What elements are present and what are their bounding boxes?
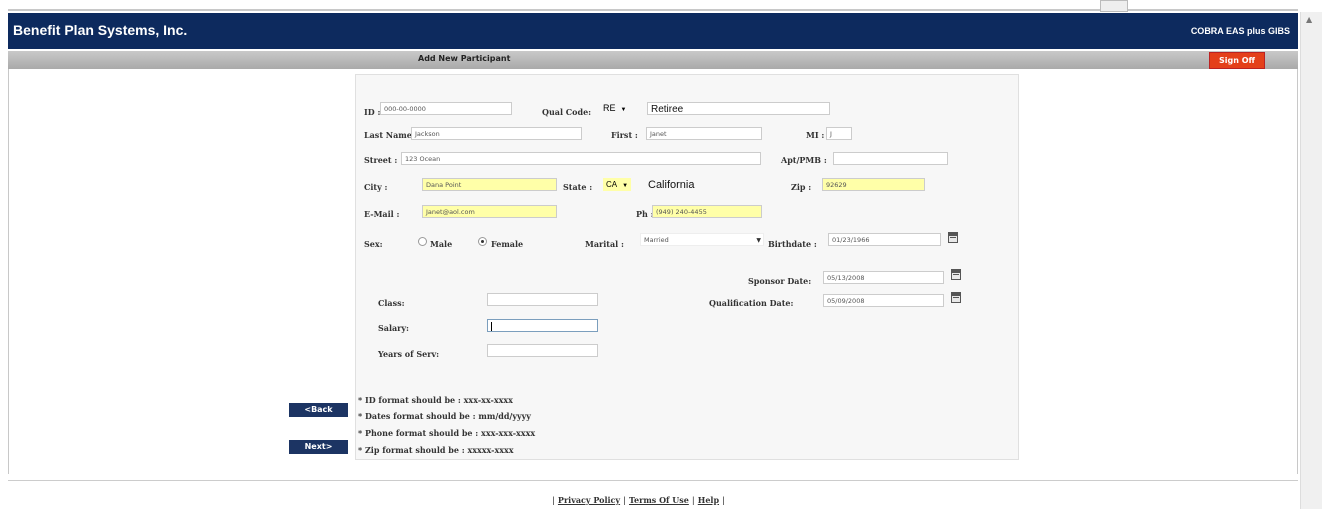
class-label: Class: — [378, 298, 405, 308]
sign-off-button[interactable]: Sign Off — [1209, 52, 1265, 69]
id-input[interactable]: 000-00-0000 — [380, 102, 512, 115]
back-button[interactable]: <Back — [289, 403, 348, 417]
qual-code-value: RE — [603, 103, 616, 113]
chevron-down-icon: ▼ — [620, 107, 627, 113]
format-note-id: * ID format should be : xxx-xx-xxxx — [358, 395, 513, 405]
qual-code-description: Retiree — [647, 102, 830, 115]
marital-label: Marital : — [585, 239, 624, 249]
sex-female-label: Female — [491, 239, 524, 249]
sex-label: Sex: — [364, 239, 383, 249]
mi-label: MI : — [806, 130, 825, 140]
page-title: Add New Participant — [418, 54, 511, 63]
page-title-bar: Add New Participant Sign Off — [8, 51, 1298, 69]
left-border — [8, 69, 9, 474]
footer-separator: | — [722, 495, 725, 505]
qualification-date-label: Qualification Date: — [709, 298, 794, 308]
terms-of-use-link[interactable]: Terms Of Use — [629, 495, 689, 505]
apt-input[interactable] — [833, 152, 948, 165]
calendar-icon[interactable] — [948, 232, 958, 243]
state-select[interactable]: CA ▼ — [603, 178, 632, 191]
sponsor-date-label: Sponsor Date: — [748, 276, 812, 286]
id-label: ID : — [364, 107, 381, 117]
top-scroll-widget[interactable] — [1100, 0, 1128, 12]
calendar-icon[interactable] — [951, 269, 961, 280]
state-value: CA — [606, 180, 618, 189]
footer-separator: | — [623, 495, 626, 505]
salary-label: Salary: — [378, 323, 409, 333]
module-title: COBRA EAS plus GIBS — [1190, 26, 1290, 36]
street-input[interactable]: 123 Ocean — [401, 152, 761, 165]
birthdate-input[interactable]: 01/23/1966 — [828, 233, 941, 246]
qual-code-label: Qual Code: — [542, 107, 592, 117]
apt-label: Apt/PMB : — [781, 155, 827, 165]
footer-links: | Privacy Policy | Terms Of Use | Help | — [549, 495, 728, 505]
salary-input[interactable] — [487, 319, 598, 332]
sex-male-radio[interactable] — [418, 237, 427, 246]
mi-input[interactable]: J — [826, 127, 852, 140]
class-input[interactable] — [487, 293, 598, 306]
email-input[interactable]: Janet@aol.com — [422, 205, 557, 218]
privacy-policy-link[interactable]: Privacy Policy — [558, 495, 620, 505]
years-of-service-label: Years of Serv: — [378, 349, 440, 359]
help-link[interactable]: Help — [698, 495, 719, 505]
chevron-down-icon: ▼ — [622, 183, 629, 189]
format-note-phone: * Phone format should be : xxx-xxx-xxxx — [358, 428, 536, 438]
scroll-up-icon[interactable]: ▲ — [1306, 15, 1312, 24]
city-input[interactable]: Dana Point — [422, 178, 557, 191]
sponsor-date-input[interactable]: 05/13/2008 — [823, 271, 944, 284]
last-name-label: Last Name : — [364, 130, 418, 140]
footer-separator: | — [691, 495, 695, 505]
years-of-service-input[interactable] — [487, 344, 598, 357]
format-note-dates: * Dates format should be : mm/dd/yyyy — [358, 411, 531, 421]
vertical-scrollbar[interactable]: ▲ — [1300, 12, 1322, 509]
next-button[interactable]: Next> — [289, 440, 348, 454]
brand-title: Benefit Plan Systems, Inc. — [13, 22, 188, 38]
phone-input[interactable]: (949) 240-4455 — [652, 205, 762, 218]
street-label: Street : — [364, 155, 398, 165]
chevron-down-icon: ▼ — [756, 237, 761, 244]
zip-input[interactable]: 92629 — [822, 178, 925, 191]
birthdate-label: Birthdate : — [768, 239, 817, 249]
footer-divider — [8, 480, 1298, 481]
qualification-date-input[interactable]: 05/09/2008 — [823, 294, 944, 307]
marital-value: Married — [644, 236, 669, 244]
calendar-icon[interactable] — [951, 292, 961, 303]
city-label: City : — [364, 182, 388, 192]
state-label: State : — [563, 182, 593, 192]
first-name-label: First : — [611, 130, 638, 140]
app-header: Benefit Plan Systems, Inc. COBRA EAS plu… — [8, 13, 1298, 49]
last-name-input[interactable]: Jackson — [411, 127, 582, 140]
qual-code-select[interactable]: RE ▼ — [603, 103, 626, 113]
marital-select[interactable]: Married ▼ — [640, 233, 764, 246]
zip-label: Zip : — [791, 182, 812, 192]
email-label: E-Mail : — [364, 209, 400, 219]
sex-female-radio[interactable] — [478, 237, 487, 246]
footer-separator: | — [552, 495, 555, 505]
right-border — [1297, 69, 1298, 474]
first-name-input[interactable]: Janet — [646, 127, 762, 140]
phone-label: Ph : — [636, 209, 654, 219]
format-note-zip: * Zip format should be : xxxxx-xxxx — [358, 445, 514, 455]
state-name: California — [648, 179, 695, 191]
sex-male-label: Male — [430, 239, 453, 249]
